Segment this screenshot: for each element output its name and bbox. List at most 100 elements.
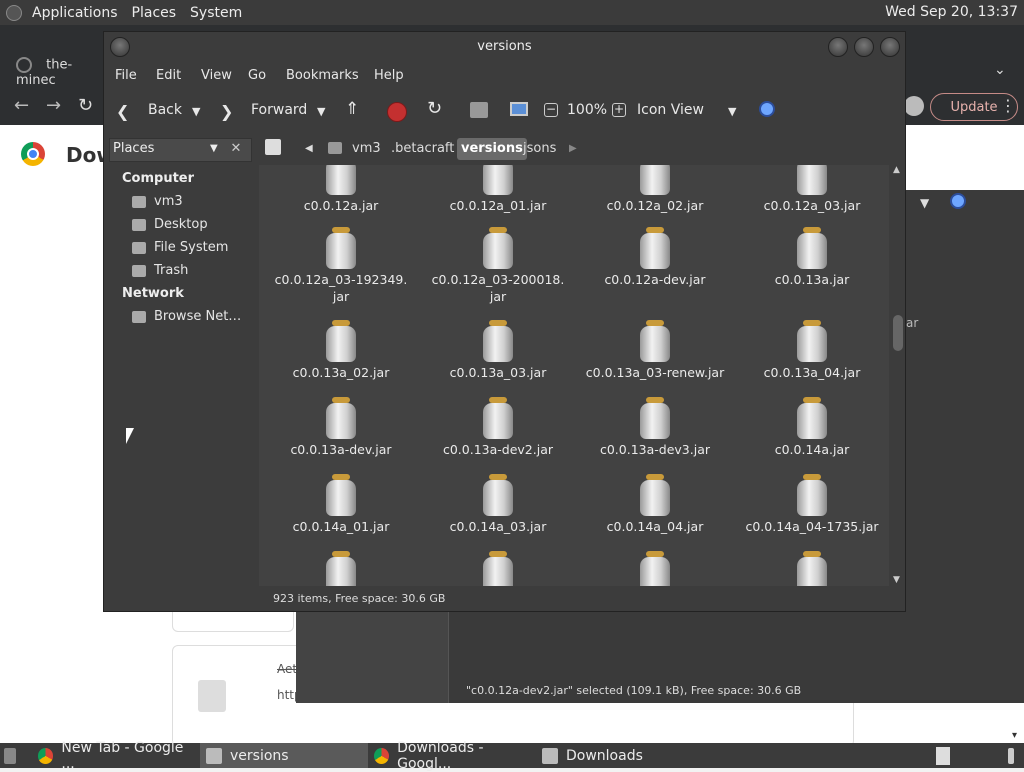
chrome-menu-icon[interactable]: ⋮ xyxy=(1000,96,1016,115)
file-item[interactable]: c0.0.12a_02.jar xyxy=(580,165,730,214)
sidebar-item-vm3[interactable]: vm3 xyxy=(132,194,183,209)
file-item[interactable]: c0.0.12a_03-200018. jar xyxy=(423,227,573,305)
view-mode-select[interactable]: Icon View xyxy=(637,102,704,118)
scroll-down-icon[interactable]: ▾ xyxy=(1012,730,1017,741)
file-icon-view[interactable]: c0.0.12a.jar c0.0.12a_01.jar c0.0.12a_02.j… xyxy=(259,165,889,586)
versions-file-manager-window: versions File Edit View Go Bookmarks Hel… xyxy=(103,31,906,612)
forward-button[interactable]: Forward xyxy=(251,102,307,118)
file-item[interactable]: c0.0.12a_01.jar xyxy=(423,165,573,214)
forward-arrow-icon[interactable]: → xyxy=(46,95,61,116)
home-folder-icon xyxy=(132,195,146,208)
workspace-switcher[interactable] xyxy=(936,743,958,768)
edit-location-icon[interactable] xyxy=(265,139,281,155)
menu-view[interactable]: View xyxy=(201,68,232,83)
menu-bookmarks[interactable]: Bookmarks xyxy=(286,68,359,83)
file-name: c0.0.12a_03.jar xyxy=(763,198,861,213)
file-item[interactable]: c0.0.14a_03.jar xyxy=(423,474,573,535)
taskbar-item-downloads-folder[interactable]: Downloads xyxy=(542,743,702,768)
file-item[interactable]: c0.0.13a_03-renew.jar xyxy=(580,320,730,381)
file-item[interactable]: c0.0.12a.jar xyxy=(266,165,416,214)
maximize-icon[interactable] xyxy=(854,37,874,57)
computer-icon[interactable] xyxy=(510,102,528,116)
taskbar-item-downloads-chrome[interactable]: Downloads - Googl... xyxy=(374,740,534,772)
file-name: c0.0.13a-dev.jar xyxy=(290,442,392,457)
up-icon[interactable]: ⇑ xyxy=(345,99,359,119)
crumb-vm3[interactable]: vm3 xyxy=(348,138,385,160)
sidebar-item-browse-network[interactable]: Browse Net… xyxy=(132,309,241,324)
file-item[interactable]: c0.0.14a_04.jar xyxy=(580,474,730,535)
file-item[interactable]: c0.0.14a_04-1735.jar xyxy=(737,474,887,535)
bg-search-icon[interactable] xyxy=(950,193,966,209)
zoom-out-icon[interactable]: − xyxy=(544,103,558,117)
minimize-icon[interactable] xyxy=(828,37,848,57)
sidebar-item-desktop[interactable]: Desktop xyxy=(132,217,208,232)
file-name: c0.0.12a.jar xyxy=(303,198,379,213)
stop-icon[interactable] xyxy=(387,102,407,122)
profile-avatar-icon[interactable] xyxy=(904,96,924,116)
show-desktop-icon[interactable] xyxy=(4,743,24,768)
reload-icon[interactable]: ↻ xyxy=(78,95,93,116)
home-icon[interactable] xyxy=(470,102,488,118)
file-item[interactable]: c0.0.13a.jar xyxy=(737,227,887,288)
back-button[interactable]: Back xyxy=(148,102,182,118)
jar-file-icon xyxy=(325,551,357,586)
places-menu[interactable]: Places xyxy=(132,5,177,21)
bg-dropdown-icon[interactable]: ▼ xyxy=(920,196,929,210)
menu-help[interactable]: Help xyxy=(374,68,404,83)
view-mode-dropdown-icon[interactable]: ▼ xyxy=(728,105,736,118)
scroll-down-icon[interactable]: ▼ xyxy=(893,575,900,585)
jar-file-icon xyxy=(796,397,828,439)
forward-dropdown-icon[interactable]: ▼ xyxy=(317,105,325,118)
crumb-left-arrow-icon[interactable]: ◀ xyxy=(301,138,317,160)
drive-icon xyxy=(132,241,146,254)
sidebar-item-trash[interactable]: Trash xyxy=(132,263,188,278)
close-icon[interactable] xyxy=(880,37,900,57)
crumb-jsons[interactable]: jsons xyxy=(519,138,560,160)
taskbar-item-versions[interactable]: versions xyxy=(200,743,368,768)
desktop-icon xyxy=(132,218,146,231)
content-scrollbar[interactable]: ▲ ▼ xyxy=(892,165,904,586)
taskbar-item-new-tab[interactable]: New Tab - Google ... xyxy=(38,740,196,772)
clock[interactable]: Wed Sep 20, 13:37 xyxy=(885,4,1018,20)
file-item[interactable]: c0.0.13a_02.jar xyxy=(266,320,416,381)
file-item[interactable]: c0.0.12a_03.jar xyxy=(737,165,887,214)
file-item[interactable]: c0.0.12a_03-192349. jar xyxy=(266,227,416,305)
back-dropdown-icon[interactable]: ▼ xyxy=(192,105,200,118)
back-icon[interactable]: ❮ xyxy=(116,102,129,121)
trash-applet[interactable] xyxy=(1008,743,1022,768)
zoom-in-icon[interactable]: + xyxy=(612,103,626,117)
search-icon[interactable] xyxy=(759,101,775,117)
crumb-versions[interactable]: versions xyxy=(457,138,527,160)
file-item[interactable]: c0.0.12a-dev.jar xyxy=(580,227,730,288)
chrome-tab[interactable]: the-minec xyxy=(16,57,106,88)
menu-file[interactable]: File xyxy=(115,68,137,83)
system-menu[interactable]: System xyxy=(190,5,242,21)
file-item[interactable]: c0.0.13a-dev2.jar xyxy=(423,397,573,458)
crumb-right-arrow-icon[interactable]: ▶ xyxy=(565,138,581,160)
scroll-up-icon[interactable]: ▲ xyxy=(893,165,900,175)
file-item[interactable] xyxy=(423,551,573,586)
file-item[interactable]: c0.0.13a_04.jar xyxy=(737,320,887,381)
file-item[interactable]: c0.0.14a.jar xyxy=(737,397,887,458)
file-name: c0.0.13a_02.jar xyxy=(292,365,390,380)
reload-icon[interactable]: ↻ xyxy=(427,98,442,119)
applications-menu[interactable]: Applications xyxy=(32,5,118,21)
tab-search-chevron-icon[interactable]: ⌄ xyxy=(994,62,1006,78)
file-item[interactable] xyxy=(737,551,887,586)
file-item[interactable] xyxy=(266,551,416,586)
file-item[interactable]: c0.0.13a_03.jar xyxy=(423,320,573,381)
menu-go[interactable]: Go xyxy=(248,68,266,83)
crumb-betacraft[interactable]: .betacraft xyxy=(387,138,458,160)
file-item[interactable]: c0.0.14a_01.jar xyxy=(266,474,416,535)
file-item[interactable] xyxy=(580,551,730,586)
titlebar[interactable]: versions xyxy=(104,32,905,62)
gnome-foot-icon[interactable] xyxy=(6,4,22,21)
menu-edit[interactable]: Edit xyxy=(156,68,181,83)
bg-status: "c0.0.12a-dev2.jar" selected (109.1 kB),… xyxy=(466,684,802,697)
sidebar-item-file-system[interactable]: File System xyxy=(132,240,228,255)
scrollbar-thumb[interactable] xyxy=(893,315,903,351)
back-arrow-icon[interactable]: ← xyxy=(14,95,29,116)
file-item[interactable]: c0.0.13a-dev3.jar xyxy=(580,397,730,458)
forward-icon[interactable]: ❯ xyxy=(220,102,233,121)
file-item[interactable]: c0.0.13a-dev.jar xyxy=(266,397,416,458)
